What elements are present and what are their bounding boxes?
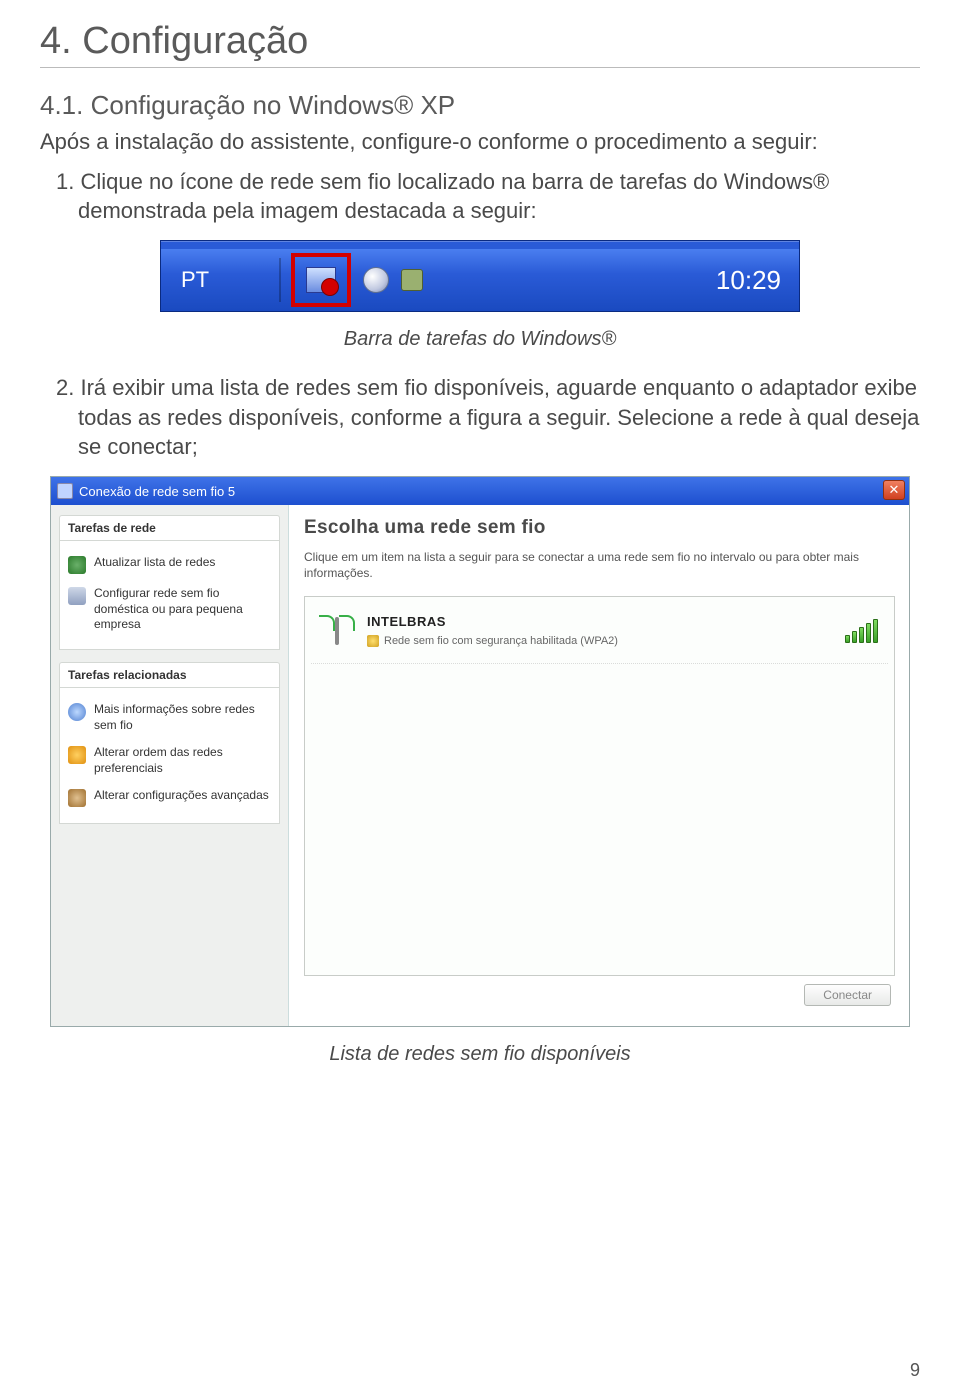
sidebar-item-advanced-settings[interactable]: Alterar configurações avançadas [68, 782, 271, 813]
wireless-antenna-icon [317, 611, 357, 651]
step-2-text: 2. Irá exibir uma lista de redes sem fio… [78, 373, 920, 462]
figure1-caption: Barra de tarefas do Windows® [40, 328, 920, 351]
step-1-text: 1. Clique no ícone de rede sem fio local… [78, 167, 920, 226]
network-security-text: Rede sem fio com segurança habilitada (W… [384, 635, 618, 647]
dialog-body: Tarefas de rede Atualizar lista de redes… [51, 505, 909, 1025]
setup-network-icon [68, 587, 86, 605]
volume-icon[interactable] [363, 267, 389, 293]
sidebar-item-label: Mais informações sobre redes sem fio [94, 702, 271, 733]
intro-paragraph: Após a instalação do assistente, configu… [40, 127, 920, 157]
sidebar-item-more-info[interactable]: Mais informações sobre redes sem fio [68, 696, 271, 739]
wifi-dialog-figure: Conexão de rede sem fio 5 ✕ Tarefas de r… [50, 476, 910, 1026]
dialog-titlebar: Conexão de rede sem fio 5 ✕ [51, 477, 909, 505]
main-heading: Escolha uma rede sem fio [304, 517, 895, 539]
star-icon [68, 746, 86, 764]
wireless-titlebar-icon [57, 483, 73, 499]
lock-icon [367, 635, 379, 647]
dialog-main: Escolha uma rede sem fio Clique em um it… [289, 505, 909, 1025]
figure2-caption: Lista de redes sem fio disponíveis [40, 1043, 920, 1066]
close-button[interactable]: ✕ [883, 480, 905, 500]
wireless-network-icon[interactable] [306, 267, 336, 293]
sidebar-heading-network-tasks: Tarefas de rede [59, 515, 280, 541]
sidebar-item-label: Configurar rede sem fio doméstica ou par… [94, 586, 271, 633]
connect-button[interactable]: Conectar [804, 984, 891, 1006]
sidebar-group-related-tasks: Mais informações sobre redes sem fio Alt… [59, 688, 280, 824]
gear-icon [68, 789, 86, 807]
network-name: INTELBRAS [367, 614, 835, 629]
refresh-icon [68, 556, 86, 574]
sidebar-heading-related-tasks: Tarefas relacionadas [59, 662, 280, 688]
safely-remove-icon[interactable] [401, 269, 423, 291]
info-icon [68, 703, 86, 721]
sidebar-group-network-tasks: Atualizar lista de redes Configurar rede… [59, 541, 280, 650]
network-security-label: Rede sem fio com segurança habilitada (W… [367, 635, 835, 647]
language-indicator[interactable]: PT [181, 267, 209, 293]
sidebar-item-change-order[interactable]: Alterar ordem das redes preferenciais [68, 739, 271, 782]
network-item[interactable]: INTELBRAS Rede sem fio com segurança hab… [311, 603, 888, 664]
sidebar-item-label: Alterar ordem das redes preferenciais [94, 745, 271, 776]
sidebar-item-refresh[interactable]: Atualizar lista de redes [68, 549, 271, 580]
main-description: Clique em um item na lista a seguir para… [304, 549, 895, 581]
taskbar-separator [279, 258, 281, 302]
taskbar-clock[interactable]: 10:29 [716, 265, 781, 296]
highlighted-network-icon [291, 253, 351, 307]
taskbar: PT 10:29 [161, 249, 799, 311]
page-number: 9 [910, 1360, 920, 1381]
network-text: INTELBRAS Rede sem fio com segurança hab… [367, 614, 835, 647]
dialog-sidebar: Tarefas de rede Atualizar lista de redes… [51, 505, 289, 1025]
sidebar-item-label: Alterar configurações avançadas [94, 788, 269, 804]
divider [40, 67, 920, 68]
sidebar-item-label: Atualizar lista de redes [94, 555, 215, 571]
sidebar-item-setup-network[interactable]: Configurar rede sem fio doméstica ou par… [68, 580, 271, 639]
dialog-title: Conexão de rede sem fio 5 [79, 484, 235, 499]
taskbar-figure: PT 10:29 [160, 240, 800, 312]
tray-icons [291, 253, 423, 307]
subsection-title: 4.1. Configuração no Windows® XP [40, 90, 920, 121]
section-title: 4. Configuração [40, 20, 920, 63]
connect-row: Conectar [304, 976, 895, 1012]
signal-strength-icon [845, 619, 878, 643]
network-list: INTELBRAS Rede sem fio com segurança hab… [304, 596, 895, 976]
